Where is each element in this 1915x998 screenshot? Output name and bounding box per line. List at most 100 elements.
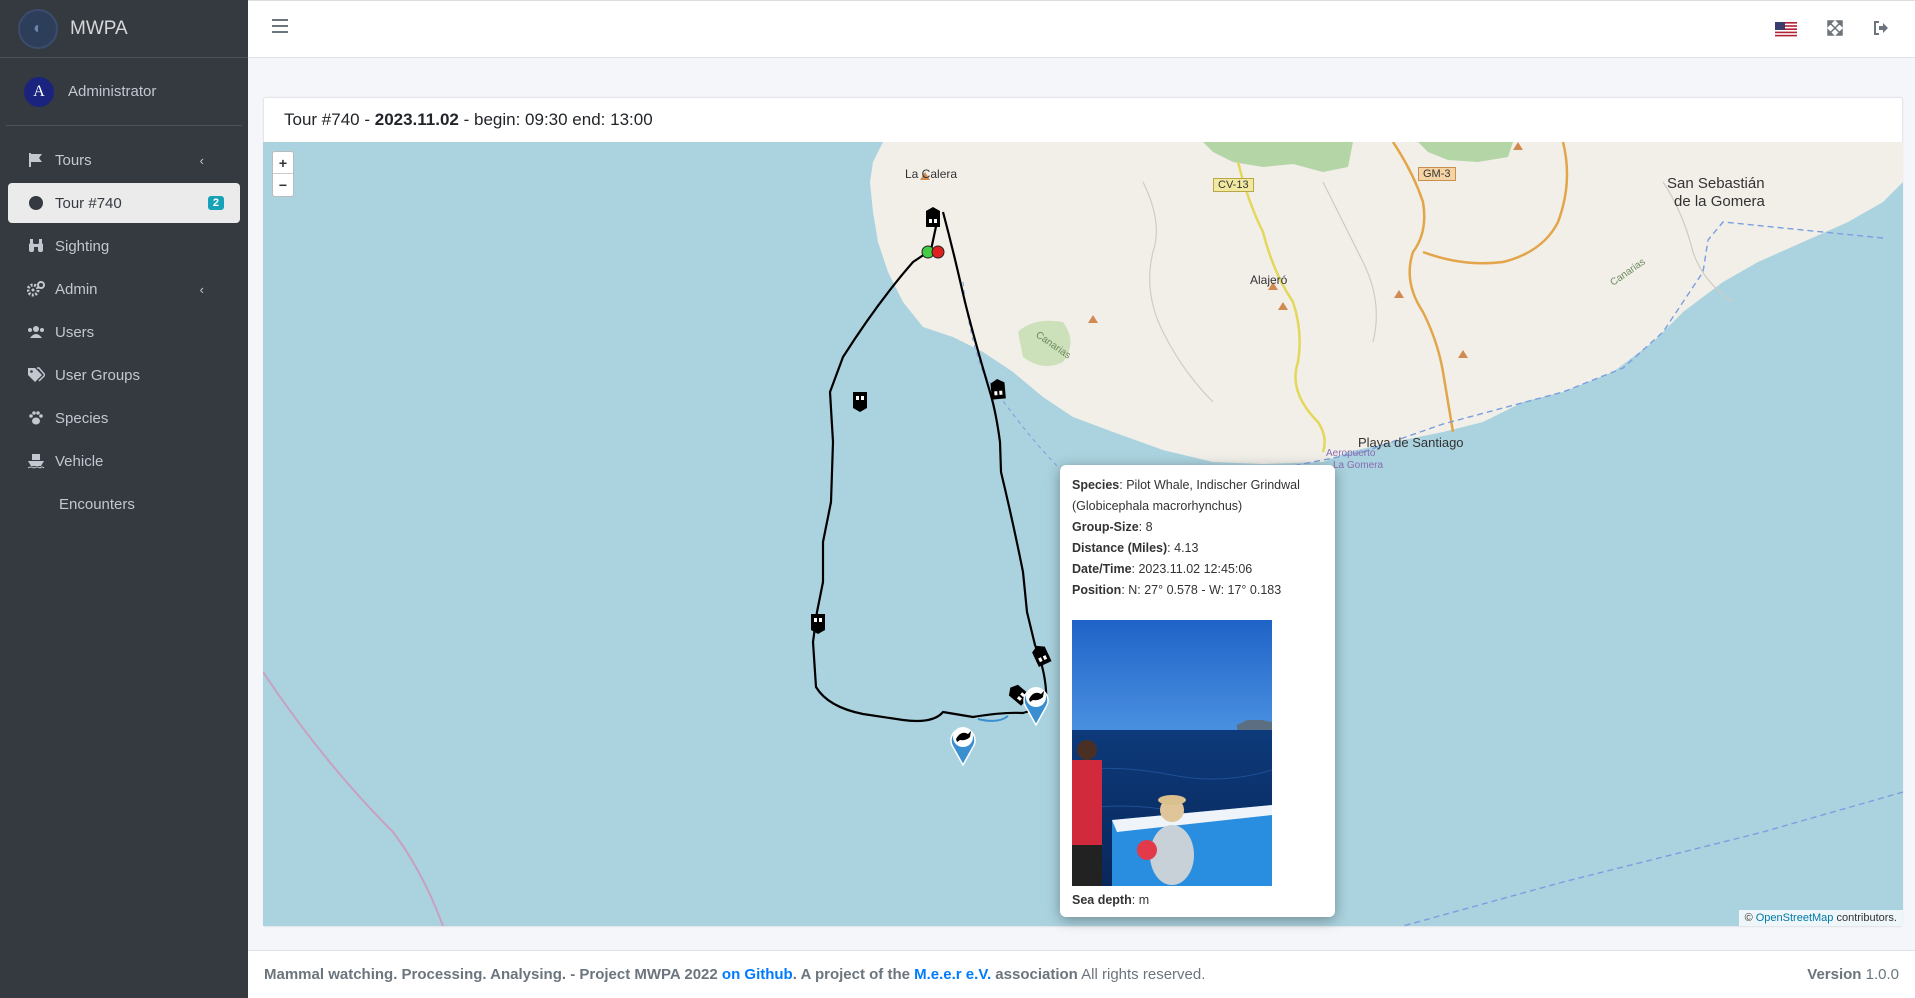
binoculars-icon: [26, 238, 46, 254]
logout-icon[interactable]: [1873, 20, 1889, 41]
sidebar-item-admin[interactable]: Admin ‹: [8, 269, 240, 309]
version-info: Version 1.0.0: [1807, 966, 1899, 983]
count-badge: 2: [207, 196, 224, 210]
place-label: San Sebastián: [1667, 175, 1765, 192]
sighting-marker: [950, 727, 976, 767]
place-label: La Calera: [905, 167, 958, 181]
popup-group-size: Group-Size: 8: [1072, 517, 1323, 538]
boat-marker: [811, 614, 825, 634]
avatar: A: [24, 76, 54, 107]
openstreetmap-link[interactable]: OpenStreetMap: [1756, 912, 1834, 924]
circle-icon: [26, 196, 46, 210]
popup-species-latin: (Globicephala macrorhynchus): [1072, 499, 1243, 513]
user-name[interactable]: Administrator: [68, 83, 156, 100]
sidebar-item-vehicle[interactable]: Vehicle: [8, 441, 240, 481]
fullscreen-icon[interactable]: [1827, 20, 1843, 41]
sidebar-item-user-groups[interactable]: User Groups: [8, 355, 240, 395]
end-point-marker: [931, 245, 945, 259]
place-label: Alajeró: [1250, 273, 1288, 287]
zoom-in-button[interactable]: +: [273, 152, 293, 174]
sidebar-item-label: Sighting: [55, 237, 110, 255]
group-label: Group-Size: [1072, 520, 1139, 534]
species-label: Species: [1072, 478, 1120, 492]
attribution-prefix: ©: [1744, 912, 1756, 924]
sighting-marker: [1023, 687, 1049, 727]
brand-logo: ◐: [18, 8, 58, 49]
popup-position: Position: N: 27° 0.578 - W: 17° 0.183: [1072, 580, 1323, 601]
boat-marker: [990, 379, 1006, 400]
sidebar-item-sighting[interactable]: Sighting: [8, 226, 240, 266]
chevron-left-icon: ‹: [199, 281, 204, 297]
depth-value: : m: [1131, 893, 1150, 907]
sidebar-item-label: Species: [55, 409, 109, 427]
meer-link[interactable]: M.e.e.r e.V.: [914, 966, 991, 983]
github-link[interactable]: on Github: [722, 966, 793, 983]
sidebar-item-label: Tour #740: [55, 194, 122, 212]
road-label: CV-13: [1213, 178, 1254, 192]
attribution-suffix: contributors.: [1833, 912, 1897, 924]
sidebar-item-tours[interactable]: Tours ‹: [8, 140, 240, 180]
popup-datetime: Date/Time: 2023.11.02 12:45:06: [1072, 559, 1323, 580]
paw-icon: [26, 410, 46, 426]
footer-rights: All rights reserved.: [1077, 966, 1206, 983]
user-panel[interactable]: A Administrator: [6, 58, 242, 126]
version-value: 1.0.0: [1861, 966, 1899, 983]
road-label: GM-3: [1418, 167, 1456, 181]
place-label: Aeropuerto: [1326, 448, 1376, 459]
footer-text: Mammal watching. Processing. Analysing. …: [264, 966, 722, 983]
sidebar-item-tour-740[interactable]: Tour #740 2: [8, 183, 240, 223]
popup-sea-depth: Sea depth: m: [1072, 890, 1149, 911]
datetime-value: : 2023.11.02 12:45:06: [1131, 562, 1253, 576]
tags-icon: [26, 367, 46, 383]
version-label: Version: [1807, 966, 1862, 983]
flag-icon: [26, 152, 46, 168]
sidebar: ◐ MWPA A Administrator Tours ‹ Tour #740…: [0, 0, 248, 998]
sidebar-item-users[interactable]: Users: [8, 312, 240, 352]
popup-distance: Distance (Miles): 4.13: [1072, 538, 1323, 559]
maritime-limit: [263, 671, 444, 926]
users-icon: [26, 325, 46, 339]
boat-marker: [926, 207, 940, 227]
sidebar-item-label: Encounters: [59, 495, 135, 513]
us-flag-icon[interactable]: [1775, 22, 1797, 38]
species-value: : Pilot Whale, Indischer Grindwal: [1119, 478, 1300, 492]
brand-text: MWPA: [70, 17, 128, 39]
distance-value: : 4.13: [1167, 541, 1199, 555]
map-attribution: © OpenStreetMap contributors.: [1738, 910, 1903, 926]
sea-boundary-line-2: [1402, 791, 1903, 926]
card-title: Tour #740 - 2023.11.02 - begin: 09:30 en…: [264, 98, 1902, 143]
position-label: Position: [1072, 583, 1122, 597]
tour-label: Tour #740 -: [284, 110, 375, 129]
top-navbar: [248, 0, 1915, 58]
popup-species: Species: Pilot Whale, Indischer Grindwal: [1072, 475, 1323, 496]
sighting-popup: Species: Pilot Whale, Indischer Grindwal…: [1060, 465, 1335, 917]
gears-icon: [26, 281, 46, 297]
sidebar-item-label: Admin: [55, 280, 98, 298]
datetime-label: Date/Time: [1072, 562, 1132, 576]
sidebar-nav: Tours ‹ Tour #740 2 Sighting Admin ‹ Use…: [0, 140, 248, 524]
zoom-control: + −: [272, 151, 294, 197]
place-label: La Gomera: [1333, 460, 1384, 471]
sidebar-item-encounters[interactable]: Encounters: [8, 484, 240, 524]
chevron-left-icon: ‹: [199, 152, 204, 168]
sidebar-item-label: Tours: [55, 151, 92, 169]
zoom-out-button[interactable]: −: [273, 174, 293, 196]
tour-times: - begin: 09:30 end: 13:00: [458, 110, 653, 129]
hamburger-menu-icon[interactable]: [272, 19, 288, 35]
depth-label: Sea depth: [1072, 893, 1132, 907]
footer-text: association: [991, 966, 1078, 983]
tour-date: 2023.11.02: [374, 110, 459, 129]
distance-label: Distance (Miles): [1072, 541, 1168, 555]
footer-text: . A project of the: [792, 966, 915, 983]
footer: Mammal watching. Processing. Analysing. …: [248, 950, 1915, 998]
place-label: de la Gomera: [1674, 193, 1765, 210]
group-value: : 8: [1138, 520, 1153, 534]
brand[interactable]: ◐ MWPA: [0, 0, 248, 58]
boat-marker: [1032, 645, 1052, 668]
tour-track-blue: [977, 715, 1009, 722]
sidebar-item-label: Users: [55, 323, 95, 341]
sidebar-item-label: Vehicle: [55, 452, 104, 470]
ship-icon: [26, 453, 46, 469]
sighting-photo[interactable]: [1072, 620, 1272, 886]
sidebar-item-species[interactable]: Species: [8, 398, 240, 438]
